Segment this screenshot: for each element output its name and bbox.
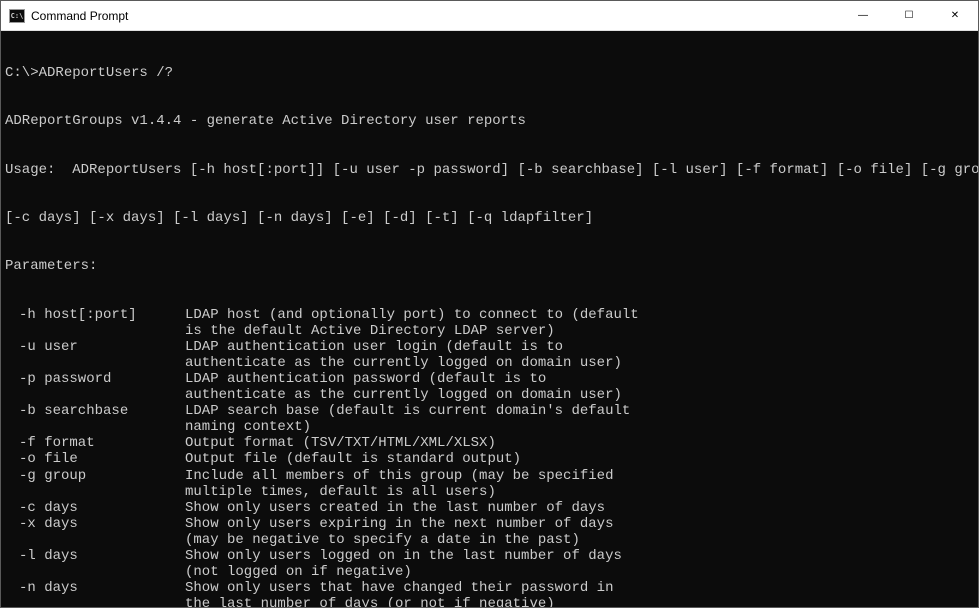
titlebar[interactable]: C:\ Command Prompt — ☐ ✕ (1, 1, 978, 31)
param-row: -f formatOutput format (TSV/TXT/HTML/XML… (5, 435, 974, 451)
param-desc: (may be negative to specify a date in th… (185, 532, 580, 548)
param-desc: is the default Active Directory LDAP ser… (185, 323, 555, 339)
command-text: ADReportUsers /? (39, 65, 173, 81)
param-row: the last number of days (or not if negat… (5, 596, 974, 607)
parameters-list: -h host[:port]LDAP host (and optionally … (5, 307, 974, 607)
param-row: -l daysShow only users logged on in the … (5, 548, 974, 564)
minimize-button[interactable]: — (840, 1, 886, 30)
param-row: multiple times, default is all users) (5, 484, 974, 500)
param-row: naming context) (5, 419, 974, 435)
terminal-area[interactable]: C:\>ADReportUsers /? ADReportGroups v1.4… (1, 31, 978, 607)
command-line: C:\>ADReportUsers /? (5, 65, 974, 81)
param-desc: Show only users created in the last numb… (185, 500, 605, 516)
param-flag: -x days (5, 516, 185, 532)
param-row: -g groupInclude all members of this grou… (5, 468, 974, 484)
param-row: (not logged on if negative) (5, 564, 974, 580)
param-row: -h host[:port]LDAP host (and optionally … (5, 307, 974, 323)
param-flag: -p password (5, 371, 185, 387)
param-row: -p passwordLDAP authentication password … (5, 371, 974, 387)
param-desc: (not logged on if negative) (185, 564, 412, 580)
param-desc: LDAP authentication user login (default … (185, 339, 563, 355)
param-row: -u userLDAP authentication user login (d… (5, 339, 974, 355)
window-title: Command Prompt (31, 9, 840, 23)
param-desc: Show only users that have changed their … (185, 580, 613, 596)
param-desc: Include all members of this group (may b… (185, 468, 613, 484)
parameters-label: Parameters: (5, 258, 974, 274)
param-row: -c daysShow only users created in the la… (5, 500, 974, 516)
param-flag: -f format (5, 435, 185, 451)
param-flag: -n days (5, 580, 185, 596)
param-flag: -b searchbase (5, 403, 185, 419)
usage-line-2: [-c days] [-x days] [-l days] [-n days] … (5, 210, 974, 226)
param-flag: -u user (5, 339, 185, 355)
maximize-button[interactable]: ☐ (886, 1, 932, 30)
param-row: authenticate as the currently logged on … (5, 387, 974, 403)
param-row: -n daysShow only users that have changed… (5, 580, 974, 596)
close-button[interactable]: ✕ (932, 1, 978, 30)
command-prompt-window: C:\ Command Prompt — ☐ ✕ C:\>ADReportUse… (0, 0, 979, 608)
param-row: is the default Active Directory LDAP ser… (5, 323, 974, 339)
usage-line-1: Usage: ADReportUsers [-h host[:port]] [-… (5, 162, 974, 178)
app-icon: C:\ (9, 9, 25, 23)
param-desc: Show only users expiring in the next num… (185, 516, 613, 532)
param-desc: the last number of days (or not if negat… (185, 596, 555, 607)
param-desc: LDAP host (and optionally port) to conne… (185, 307, 639, 323)
param-flag: -l days (5, 548, 185, 564)
param-desc: LDAP authentication password (default is… (185, 371, 546, 387)
prompt: C:\> (5, 65, 39, 81)
param-flag: -g group (5, 468, 185, 484)
param-flag: -h host[:port] (5, 307, 185, 323)
param-row: (may be negative to specify a date in th… (5, 532, 974, 548)
param-desc: authenticate as the currently logged on … (185, 355, 622, 371)
param-flag: -o file (5, 451, 185, 467)
param-desc: Show only users logged on in the last nu… (185, 548, 622, 564)
param-desc: multiple times, default is all users) (185, 484, 496, 500)
param-desc: LDAP search base (default is current dom… (185, 403, 630, 419)
param-row: authenticate as the currently logged on … (5, 355, 974, 371)
param-desc: authenticate as the currently logged on … (185, 387, 622, 403)
param-desc: Output file (default is standard output) (185, 451, 521, 467)
param-row: -x daysShow only users expiring in the n… (5, 516, 974, 532)
param-desc: naming context) (185, 419, 311, 435)
param-row: -b searchbaseLDAP search base (default i… (5, 403, 974, 419)
param-row: -o fileOutput file (default is standard … (5, 451, 974, 467)
output-header: ADReportGroups v1.4.4 - generate Active … (5, 113, 974, 129)
param-flag: -c days (5, 500, 185, 516)
window-controls: — ☐ ✕ (840, 1, 978, 30)
param-desc: Output format (TSV/TXT/HTML/XML/XLSX) (185, 435, 496, 451)
